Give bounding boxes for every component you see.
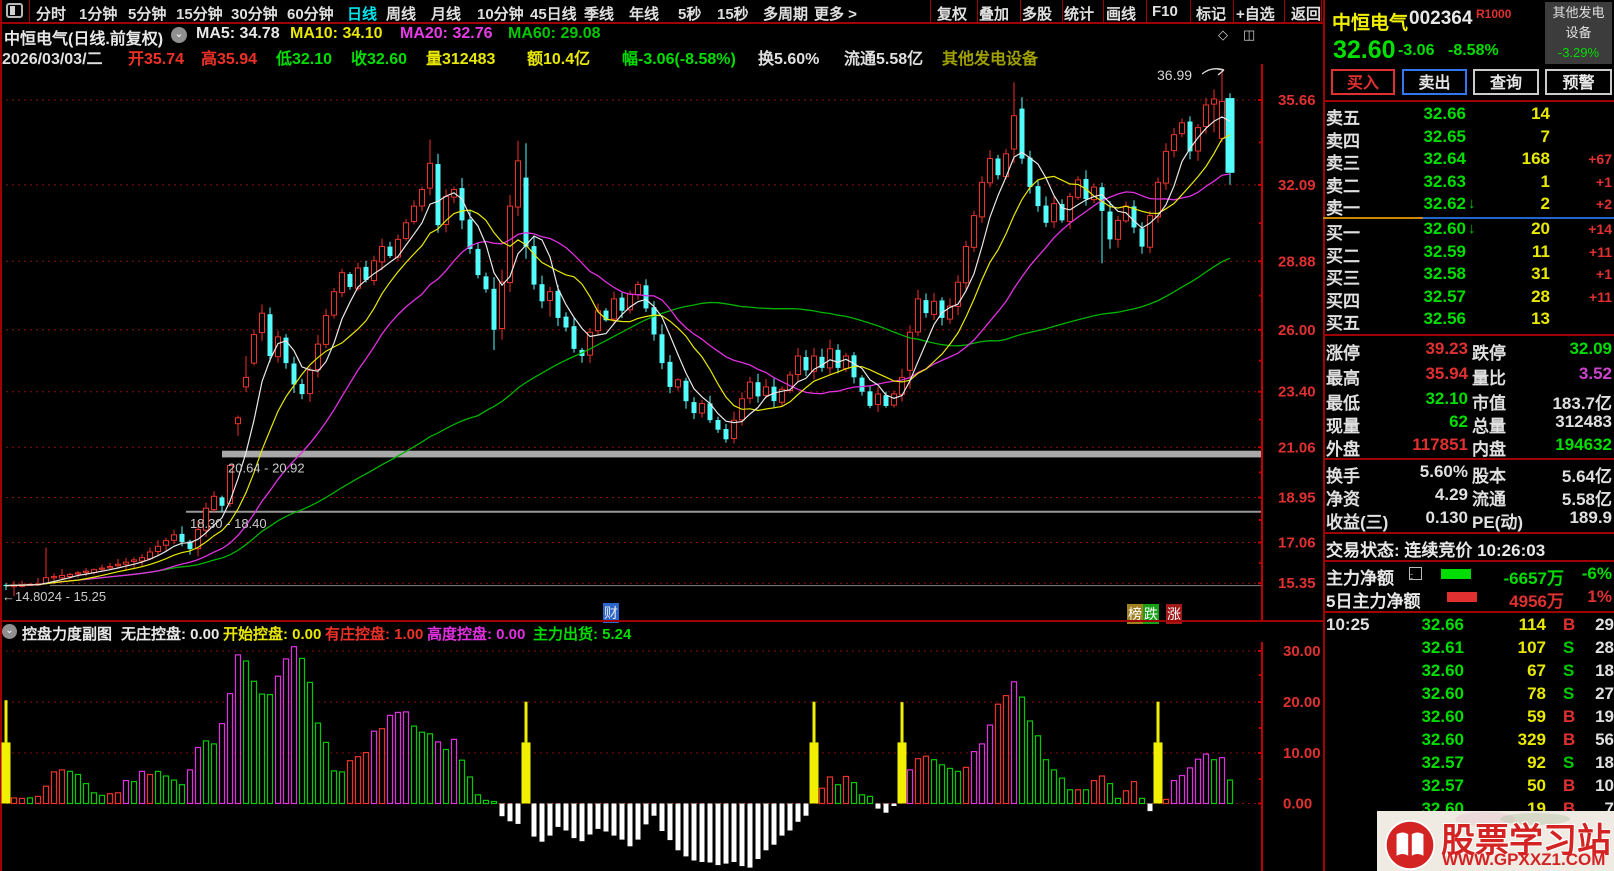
svg-text:36.99: 36.99	[1157, 67, 1192, 83]
svg-text:←14.8024 - 15.25: ←14.8024 - 15.25	[2, 589, 106, 604]
svg-text:20.00: 20.00	[1283, 694, 1321, 711]
svg-text:28.88: 28.88	[1278, 253, 1316, 270]
svg-text:10.00: 10.00	[1283, 745, 1321, 762]
svg-text:15.35: 15.35	[1278, 575, 1316, 592]
svg-text:21.06: 21.06	[1278, 439, 1316, 456]
svg-text:17.06: 17.06	[1278, 535, 1316, 552]
svg-text:20.64 - 20.92: 20.64 - 20.92	[228, 460, 305, 475]
svg-text:32.09: 32.09	[1278, 177, 1316, 194]
svg-text:0.00: 0.00	[1283, 796, 1312, 813]
svg-text:23.40: 23.40	[1278, 384, 1316, 401]
svg-text:18.30 - 18.40: 18.30 - 18.40	[190, 516, 267, 531]
svg-text:35.66: 35.66	[1278, 92, 1316, 109]
svg-text:30.00: 30.00	[1283, 643, 1321, 660]
svg-text:18.95: 18.95	[1278, 490, 1316, 507]
svg-text:26.00: 26.00	[1278, 322, 1316, 339]
